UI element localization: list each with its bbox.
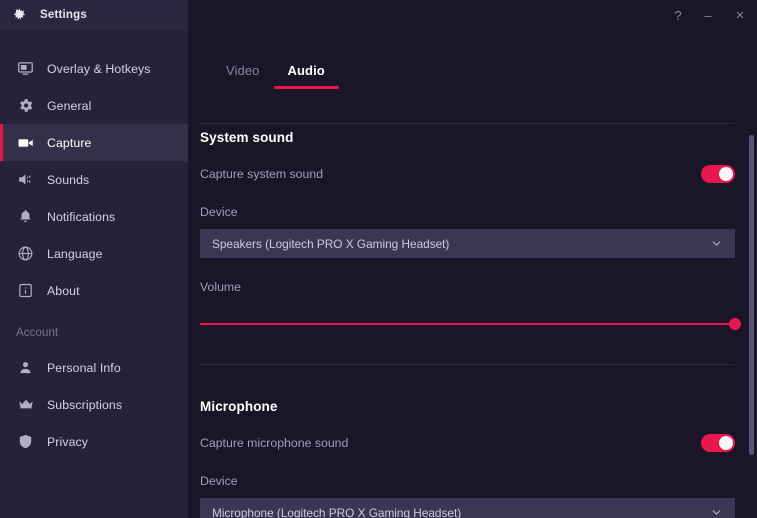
sidebar-item-label: Personal Info: [47, 360, 121, 375]
chevron-down-icon: [710, 506, 723, 518]
wolf-logo-icon: [13, 7, 30, 24]
sidebar-item-label: Subscriptions: [47, 397, 123, 412]
tab-bar: Video Audio: [188, 63, 757, 89]
tab-audio[interactable]: Audio: [273, 63, 340, 89]
sidebar-item-label: Privacy: [47, 434, 89, 449]
speaker-icon: [16, 170, 35, 189]
capture-system-sound-row: Capture system sound: [200, 165, 735, 183]
sidebar: Settings Overlay & Hotkeys General Captu…: [0, 0, 188, 518]
sidebar-item-label: Notifications: [47, 209, 116, 224]
globe-icon: [16, 244, 35, 263]
sidebar-item-label: Sounds: [47, 172, 90, 187]
scrollbar-thumb[interactable]: [749, 135, 754, 455]
sidebar-item-label: Capture: [47, 135, 92, 150]
info-icon: [16, 281, 35, 300]
volume-slider-fill: [200, 323, 735, 325]
sidebar-item-label: About: [47, 283, 80, 298]
title-bar: Settings: [0, 0, 188, 30]
sidebar-nav: Overlay & Hotkeys General Capture Sounds…: [0, 30, 188, 460]
vertical-scrollbar[interactable]: [749, 135, 754, 518]
toggle-knob: [719, 436, 733, 450]
volume-slider[interactable]: [200, 318, 741, 330]
system-device-value: Speakers (Logitech PRO X Gaming Headset): [212, 236, 450, 251]
system-device-label: Device: [200, 205, 238, 219]
section-divider: [200, 364, 735, 365]
system-device-select[interactable]: Speakers (Logitech PRO X Gaming Headset): [200, 229, 735, 258]
tab-video[interactable]: Video: [212, 63, 274, 89]
help-button[interactable]: ?: [663, 0, 693, 30]
microphone-device-select[interactable]: Microphone (Logitech PRO X Gaming Headse…: [200, 498, 735, 518]
sidebar-item-label: General: [47, 98, 92, 113]
sidebar-item-personal-info[interactable]: Personal Info: [0, 349, 188, 386]
minimize-button[interactable]: –: [693, 0, 723, 30]
sidebar-section-account: Account: [16, 327, 59, 339]
sidebar-item-general[interactable]: General: [0, 87, 188, 124]
sidebar-item-sounds[interactable]: Sounds: [0, 161, 188, 198]
main-area: ? – × Video Audio System sound Capture s…: [188, 0, 757, 518]
bell-icon: [16, 207, 35, 226]
volume-label: Volume: [200, 280, 242, 294]
overlay-icon: [16, 59, 35, 78]
person-icon: [16, 358, 35, 377]
video-camera-icon: [16, 133, 35, 152]
capture-microphone-sound-label: Capture microphone sound: [200, 436, 349, 450]
settings-window: Settings Overlay & Hotkeys General Captu…: [0, 0, 757, 518]
sidebar-item-about[interactable]: About: [0, 272, 188, 309]
capture-microphone-sound-toggle[interactable]: [701, 434, 735, 452]
sidebar-item-notifications[interactable]: Notifications: [0, 198, 188, 235]
microphone-device-value: Microphone (Logitech PRO X Gaming Headse…: [212, 505, 462, 518]
crown-icon: [16, 395, 35, 414]
capture-system-sound-toggle[interactable]: [701, 165, 735, 183]
sidebar-item-overlay-hotkeys[interactable]: Overlay & Hotkeys: [0, 50, 188, 87]
sidebar-item-privacy[interactable]: Privacy: [0, 423, 188, 460]
system-sound-section-title: System sound: [200, 130, 294, 145]
gear-icon: [16, 96, 35, 115]
microphone-device-label: Device: [200, 474, 238, 488]
chevron-down-icon: [710, 237, 723, 250]
sidebar-item-subscriptions[interactable]: Subscriptions: [0, 386, 188, 423]
sidebar-item-label: Overlay & Hotkeys: [47, 61, 151, 76]
microphone-section-title: Microphone: [200, 399, 278, 414]
close-button[interactable]: ×: [723, 0, 757, 30]
sidebar-item-capture[interactable]: Capture: [0, 124, 188, 161]
shield-icon: [16, 432, 35, 451]
volume-slider-thumb[interactable]: [729, 318, 741, 330]
capture-system-sound-label: Capture system sound: [200, 167, 324, 181]
audio-panel: System sound Capture system sound Device…: [188, 96, 757, 518]
sidebar-item-label: Language: [47, 246, 103, 261]
window-title: Settings: [40, 9, 87, 21]
capture-microphone-sound-row: Capture microphone sound: [200, 434, 735, 452]
sidebar-item-language[interactable]: Language: [0, 235, 188, 272]
window-controls: ? – ×: [663, 0, 757, 30]
content-area: Video Audio System sound Capture system …: [188, 30, 757, 518]
toggle-knob: [719, 167, 733, 181]
